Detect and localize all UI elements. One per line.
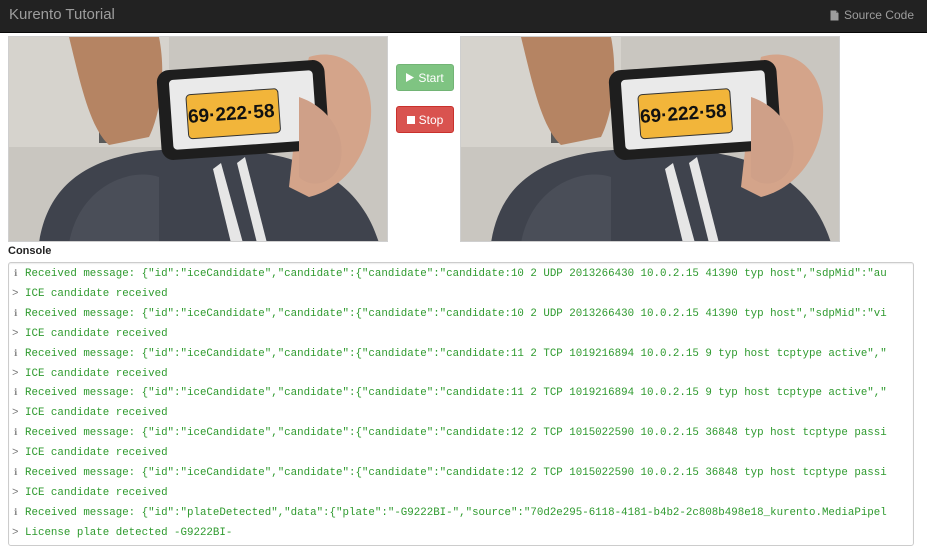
stop-icon [406,113,415,127]
console-line-text: ICE candidate received [25,407,168,420]
console-line-text: Received message: {"id":"iceCandidate","… [25,387,887,400]
console-line-text: Received message: {"id":"iceCandidate","… [25,268,887,280]
info-icon: ℹ [14,269,18,279]
console-line: > ICE candidate received [12,285,168,303]
console-line: > ICE candidate received [12,484,168,502]
console-line-text: ICE candidate received [25,367,168,380]
console-line: > ICE candidate received [12,365,168,383]
prompt-icon: > [12,327,19,340]
info-icon: ℹ [14,308,18,319]
start-label: Start [418,70,444,85]
prompt-icon: > [12,447,19,460]
console-line-text: ICE candidate received [25,327,168,340]
console-line: ℹ Received message: {"id":"iceCandidate",… [12,424,887,442]
prompt-icon: > [12,526,19,539]
console-line-text: Received message: {"id":"iceCandidate","… [25,307,887,320]
console-line-text: Received message: {"id":"plateDetected",… [25,506,887,519]
console-line-text: ICE candidate received [25,447,168,460]
remote-video: 69·222·58 [460,36,840,242]
console-line-text: Received message: {"id":"iceCandidate","… [25,347,887,360]
source-code-link[interactable]: Source Code [830,8,914,22]
source-code-label: Source Code [843,8,914,22]
console-line-text: Received message: {"id":"iceCandidate","… [25,467,887,479]
start-button[interactable]: Start [396,64,454,91]
info-icon: ℹ [14,348,18,359]
console-line: > ICE candidate received [12,444,168,462]
navbar: Kurento Tutorial Source Code [0,0,927,33]
prompt-icon: > [12,407,19,420]
info-icon: ℹ [14,388,18,399]
console-line: ℹ Received message: {"id":"iceCandidate",… [12,464,887,482]
file-icon [830,10,839,21]
console-line-text: Received message: {"id":"iceCandidate","… [25,427,887,440]
stop-label: Stop [418,112,444,127]
console-line-text: ICE candidate received [25,287,168,300]
stop-button[interactable]: Stop [396,106,454,133]
console-line: > ICE candidate received [12,325,168,343]
info-icon: ℹ [14,428,18,439]
console-line: ℹ Received message: {"id":"iceCandidate",… [12,345,887,363]
info-icon: ℹ [14,468,18,478]
console-line: ℹ Received message: {"id":"plateDetected"… [12,504,887,522]
console-line: ℹ Received message: {"id":"iceCandidate",… [12,305,887,323]
console-line: ℹ Received message: {"id":"iceCandidate",… [12,265,887,283]
console-line-text: ICE candidate received [25,486,168,499]
console-title: Console [8,245,52,257]
navbar-brand[interactable]: Kurento Tutorial [9,6,115,24]
console-line: > ICE candidate received [12,404,168,422]
local-video: 69·222·58 [8,36,388,242]
console-line: ℹ Received message: {"id":"iceCandidate",… [12,384,887,402]
console-line-text: License plate detected -G9222BI- [25,526,233,539]
prompt-icon: > [12,287,19,300]
info-icon: ℹ [14,507,18,518]
prompt-icon: > [12,367,19,380]
prompt-icon: > [12,486,19,499]
play-icon [406,71,415,85]
console-line: > License plate detected -G9222BI- [12,524,232,542]
console-panel[interactable]: ℹ Received message: {"id":"iceCandidate",… [8,262,914,546]
